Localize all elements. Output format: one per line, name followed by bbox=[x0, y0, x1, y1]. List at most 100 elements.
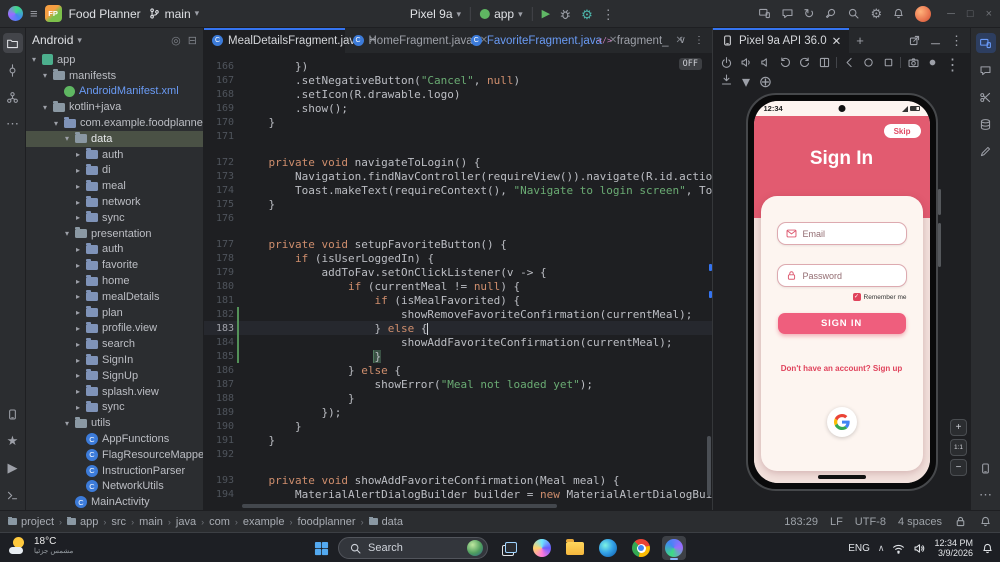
chevron-right-icon[interactable]: ▸ bbox=[76, 324, 86, 333]
tree-item-AppFunctions[interactable]: C AppFunctions bbox=[26, 431, 203, 447]
status-notifications-icon[interactable] bbox=[979, 515, 992, 528]
line-number[interactable]: 191 bbox=[204, 435, 234, 446]
line-number[interactable]: 169 bbox=[204, 103, 234, 114]
zoom-reset-button[interactable]: 1:1 bbox=[950, 439, 967, 456]
weather-widget[interactable]: 18°C مشمس جزئيا bbox=[8, 536, 73, 556]
editor-tab[interactable]: C FavoriteFragment.java ✕ bbox=[463, 28, 617, 53]
editor-tab[interactable]: C MealDetailsFragment.java ✕ bbox=[204, 28, 377, 53]
tree-item-SignUp[interactable]: ▸ SignUp bbox=[26, 368, 203, 384]
back-icon[interactable] bbox=[842, 55, 857, 70]
line-number[interactable]: 176 bbox=[204, 213, 234, 224]
main-menu-icon[interactable]: ≡ bbox=[30, 7, 38, 20]
commit-tool-icon[interactable] bbox=[3, 60, 23, 80]
taskbar-app-edge[interactable] bbox=[596, 536, 620, 560]
tree-item-utils[interactable]: ▾ utils bbox=[26, 415, 203, 431]
tree-item-kotlin+java[interactable]: ▾ kotlin+java bbox=[26, 99, 203, 115]
remember-me-checkbox[interactable]: ✓ bbox=[852, 293, 861, 301]
tree-item-profile.view[interactable]: ▸ profile.view bbox=[26, 321, 203, 337]
zoom-in-button[interactable]: + bbox=[950, 419, 967, 436]
tree-item-search[interactable]: ▸ search bbox=[26, 336, 203, 352]
breadcrumb-item-src[interactable]: src bbox=[111, 516, 126, 528]
emulator-icon[interactable] bbox=[976, 458, 996, 478]
phone-screen[interactable]: 12:34 Skip Sign In Email Password ✓ Reme… bbox=[753, 101, 930, 483]
hidden-icons-chevron[interactable]: ∧ bbox=[878, 543, 885, 554]
line-ending[interactable]: LF bbox=[830, 516, 843, 528]
record-icon[interactable] bbox=[925, 55, 940, 70]
line-number[interactable]: 186 bbox=[204, 365, 234, 376]
chevron-down-icon[interactable]: ▾ bbox=[65, 419, 75, 428]
settings-icon[interactable]: ⚙ bbox=[870, 7, 882, 20]
line-number[interactable]: 190 bbox=[204, 421, 234, 432]
line-number[interactable]: 192 bbox=[204, 449, 234, 460]
line-number[interactable]: 187 bbox=[204, 379, 234, 390]
volume-up-icon[interactable] bbox=[739, 55, 754, 70]
tab-options-icon[interactable]: ⋮ bbox=[694, 35, 704, 46]
add-device-tab-button[interactable]: + bbox=[849, 28, 871, 53]
code-with-me-icon[interactable] bbox=[781, 7, 794, 20]
terminal-tool-icon[interactable] bbox=[3, 485, 23, 505]
volume-down-icon[interactable] bbox=[758, 55, 773, 70]
breadcrumb-item-java[interactable]: java bbox=[176, 516, 196, 528]
run-config-selector[interactable]: app ▾ bbox=[480, 7, 523, 21]
chevron-right-icon[interactable]: ▸ bbox=[76, 356, 86, 365]
rotate-right-icon[interactable] bbox=[797, 55, 812, 70]
taskbar-app-android-studio[interactable] bbox=[662, 536, 686, 560]
chevron-down-icon[interactable]: ▾ bbox=[54, 119, 64, 128]
line-number[interactable]: 171 bbox=[204, 131, 234, 142]
tree-item-presentation[interactable]: ▾ presentation bbox=[26, 226, 203, 242]
line-number[interactable]: 175 bbox=[204, 199, 234, 210]
editor-tab[interactable]: </> fragment_ ✕ bbox=[589, 28, 684, 53]
breadcrumb-item-example[interactable]: example bbox=[243, 516, 285, 528]
taskbar-app-copilot[interactable] bbox=[530, 536, 554, 560]
tree-item-FlagResourceMapper[interactable]: C FlagResourceMapper bbox=[26, 447, 203, 463]
tree-item-manifests[interactable]: ▾ manifests bbox=[26, 68, 203, 84]
chevron-down-icon[interactable]: ▾ bbox=[739, 72, 754, 91]
device-mirroring-icon[interactable] bbox=[758, 7, 771, 20]
chevron-right-icon[interactable]: ▸ bbox=[76, 261, 86, 270]
search-input[interactable]: Search bbox=[338, 537, 488, 559]
line-number[interactable]: 170 bbox=[204, 117, 234, 128]
tree-item-splash.view[interactable]: ▸ splash.view bbox=[26, 384, 203, 400]
indent-setting[interactable]: 4 spaces bbox=[898, 516, 942, 528]
breadcrumb-item-main[interactable]: main bbox=[139, 516, 163, 528]
tree-item-data[interactable]: ▾ data bbox=[26, 130, 203, 147]
chevron-right-icon[interactable]: ▸ bbox=[76, 387, 86, 396]
hide-panel-icon[interactable] bbox=[929, 34, 942, 47]
more-tools-icon[interactable]: ⋯ bbox=[3, 114, 23, 134]
tree-item-meal[interactable]: ▸ meal bbox=[26, 178, 203, 194]
breadcrumb-item-foodplanner[interactable]: foodplanner bbox=[297, 516, 355, 528]
line-number[interactable]: 185 bbox=[204, 351, 234, 362]
tree-item-auth[interactable]: ▸ auth bbox=[26, 242, 203, 258]
tree-item-mealDetails[interactable]: ▸ mealDetails bbox=[26, 289, 203, 305]
debug-button[interactable] bbox=[559, 8, 572, 21]
zoom-out-button[interactable]: − bbox=[950, 459, 967, 476]
notification-bell-icon[interactable] bbox=[981, 542, 994, 555]
install-icon[interactable] bbox=[719, 72, 734, 87]
line-number[interactable]: 188 bbox=[204, 393, 234, 404]
email-field[interactable]: Email bbox=[776, 222, 907, 245]
line-number[interactable]: 172 bbox=[204, 157, 234, 168]
code-editor[interactable]: OFF 166 }) 167 .setNegativeButton("Cancel… bbox=[204, 54, 712, 510]
line-number[interactable]: 177 bbox=[204, 239, 234, 250]
power-icon[interactable] bbox=[719, 55, 734, 70]
sign-in-button[interactable]: SIGN IN bbox=[777, 313, 906, 334]
run-button[interactable]: ▶ bbox=[542, 8, 550, 20]
project-view-selector[interactable]: Android bbox=[32, 33, 73, 47]
start-button[interactable] bbox=[314, 541, 329, 556]
gradle-icon[interactable] bbox=[824, 7, 837, 20]
editor-vertical-scrollbar[interactable] bbox=[707, 436, 711, 496]
breadcrumb-item-com[interactable]: com bbox=[209, 516, 230, 528]
screenshot-icon[interactable] bbox=[906, 55, 921, 70]
line-number[interactable]: 180 bbox=[204, 281, 234, 292]
editor-tab[interactable]: C HomeFragment.java ✕ bbox=[345, 28, 488, 53]
taskbar-app-chrome[interactable] bbox=[629, 536, 653, 560]
locate-file-icon[interactable]: ◎ bbox=[171, 34, 181, 47]
editor-horizontal-scrollbar[interactable] bbox=[242, 504, 557, 508]
signup-link[interactable]: Don't have an account? Sign up bbox=[761, 364, 923, 373]
taskbar-app-file-explorer[interactable] bbox=[563, 536, 587, 560]
profiler-button[interactable]: ⚙ bbox=[581, 8, 593, 21]
line-number[interactable]: 181 bbox=[204, 295, 234, 306]
search-icon[interactable] bbox=[847, 7, 860, 20]
project-name[interactable]: Food Planner bbox=[69, 7, 141, 21]
tree-item-MainActivity[interactable]: C MainActivity bbox=[26, 494, 203, 510]
